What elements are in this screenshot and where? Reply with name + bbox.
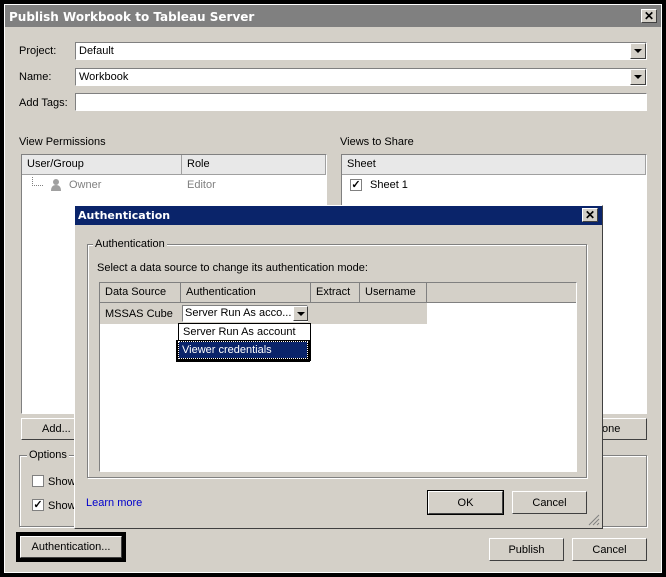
dropdown-option[interactable]: Server Run As account [183, 326, 296, 338]
button-label: one [602, 423, 621, 435]
column-header-label: User/Group [27, 158, 84, 170]
resize-grip-icon[interactable] [588, 514, 600, 526]
window-title: Publish Workbook to Tableau Server [9, 10, 255, 24]
authentication-dialog: Authentication ✕ Authentication Select a… [74, 205, 603, 529]
sheet-name: Sheet 1 [370, 179, 408, 191]
chevron-down-icon [296, 311, 305, 316]
column-header-sheet[interactable]: Sheet [342, 155, 646, 175]
instruction-text: Select a data source to change its authe… [97, 262, 368, 274]
chevron-down-icon [634, 49, 642, 53]
authentication-dropdown-button[interactable] [293, 306, 308, 321]
button-label: Cancel [592, 543, 627, 556]
options-label: Options [27, 449, 69, 461]
button-label: Authentication... [31, 541, 111, 553]
authentication-button[interactable]: Authentication... [20, 536, 122, 558]
dialog-title: Authentication [78, 209, 171, 222]
tags-label: Add Tags: [19, 97, 68, 109]
project-select[interactable]: Default [75, 42, 647, 60]
dialog-cancel-button[interactable]: Cancel [512, 491, 587, 514]
column-header-role[interactable]: Role [182, 155, 326, 175]
column-header-authentication[interactable]: Authentication [181, 283, 311, 303]
authentication-mode-value: Server Run As acco... [185, 307, 292, 319]
window-titlebar: Publish Workbook to Tableau Server ✕ [5, 5, 661, 27]
views-to-share-label: Views to Share [340, 136, 414, 148]
column-header-data-source[interactable]: Data Source [100, 283, 181, 303]
column-header-label: Extract [316, 286, 351, 298]
sheet-checkbox[interactable]: ✓ [350, 179, 362, 191]
view-permissions-label: View Permissions [19, 136, 106, 148]
data-source-name: MSSAS Cube [105, 308, 173, 320]
name-label: Name: [19, 71, 52, 83]
column-header-label: Sheet [347, 158, 376, 170]
button-label: Add... [42, 423, 71, 435]
tree-connector [32, 177, 43, 186]
column-header-user-group[interactable]: User/Group [22, 155, 182, 175]
option-checkbox-1[interactable] [32, 475, 44, 487]
cancel-button[interactable]: Cancel [572, 538, 647, 561]
project-dropdown-button[interactable] [630, 43, 646, 59]
option-label-2: Show [48, 500, 76, 512]
data-source-table[interactable]: Data Source Authentication Extract Usern… [99, 282, 577, 472]
dropdown-option-selected[interactable]: Viewer credentials [178, 341, 308, 359]
name-dropdown-button[interactable] [630, 69, 646, 85]
option-label-1: Show [48, 476, 76, 488]
column-header-label: Authentication [186, 286, 256, 298]
chevron-down-icon [634, 75, 642, 79]
button-label: Cancel [532, 496, 567, 509]
project-value: Default [79, 45, 114, 57]
column-header-label: Data Source [105, 286, 167, 298]
tags-input[interactable] [75, 93, 647, 111]
permission-user: Owner [69, 179, 102, 191]
authentication-mode-select[interactable]: Server Run As acco... [182, 305, 308, 322]
publish-button[interactable]: Publish [489, 538, 564, 561]
column-header-username[interactable]: Username [360, 283, 427, 303]
column-header-label: Role [187, 158, 210, 170]
user-icon [50, 178, 62, 192]
learn-more-link[interactable]: Learn more [86, 497, 142, 509]
dialog-titlebar: Authentication ✕ [75, 206, 602, 225]
option-checkbox-2[interactable]: ✓ [32, 499, 44, 511]
close-icon[interactable]: ✕ [582, 208, 598, 222]
column-header-filler [427, 283, 576, 303]
permission-role: Editor [187, 179, 216, 191]
authentication-group-label: Authentication [93, 238, 167, 250]
ok-button[interactable]: OK [427, 490, 504, 515]
column-header-extract[interactable]: Extract [311, 283, 360, 303]
button-label: OK [457, 496, 474, 509]
name-combobox[interactable]: Workbook [75, 68, 647, 86]
project-label: Project: [19, 45, 57, 57]
name-value: Workbook [79, 71, 129, 83]
column-header-label: Username [365, 286, 416, 298]
close-icon[interactable]: ✕ [641, 9, 657, 23]
button-label: Publish [508, 543, 545, 556]
